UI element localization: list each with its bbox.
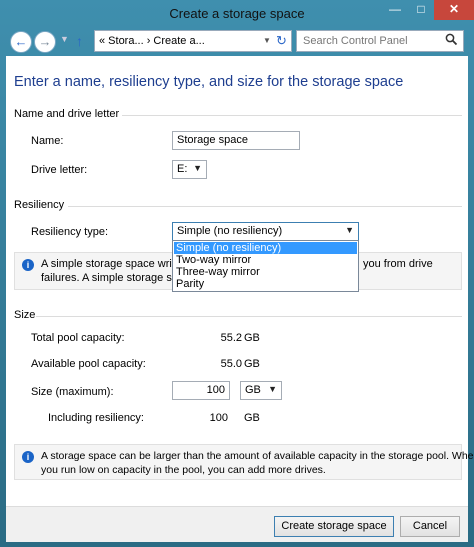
address-dropdown-icon[interactable]: ▼ (263, 36, 271, 45)
dropdown-option-parity[interactable]: Parity (174, 278, 357, 290)
info-text-line1: A simple storage space writes (41, 258, 187, 270)
address-bar[interactable]: « Stora... › Create a... ▼ ↻ (94, 30, 292, 52)
info-text-line2: failures. A simple storage spac (41, 272, 190, 284)
resiliency-type-select[interactable]: Simple (no resiliency) ▼ (172, 222, 359, 241)
up-button[interactable]: ↑ (76, 33, 83, 49)
section-title-size: Size (14, 309, 36, 321)
breadcrumb[interactable]: « Stora... › Create a... (99, 35, 205, 47)
available-capacity-label: Available pool capacity: (31, 358, 146, 370)
size-unit-value: GB (245, 384, 261, 396)
search-box[interactable]: Search Control Panel (296, 30, 464, 52)
refresh-button[interactable]: ↻ (276, 33, 287, 49)
info-text-line1-end: you from drive (363, 258, 433, 270)
button-bar: Create storage space Cancel (6, 506, 468, 542)
info-icon: i (22, 451, 34, 463)
available-capacity-value: 55.0 (220, 358, 242, 370)
page-title: Enter a name, resiliency type, and size … (14, 74, 404, 90)
dropdown-option-simple[interactable]: Simple (no resiliency) (174, 242, 357, 254)
size-unit-select[interactable]: GB ▼ (240, 381, 282, 400)
size-maximum-label: Size (maximum): (31, 386, 114, 398)
section-title-resiliency: Resiliency (14, 199, 65, 211)
name-field[interactable]: Storage space (172, 131, 300, 150)
back-button[interactable]: ← (10, 31, 32, 53)
total-capacity-label: Total pool capacity: (31, 332, 125, 344)
title-bar[interactable]: Create a storage space — □ ✕ (0, 0, 474, 28)
divider (36, 316, 462, 317)
chevron-down-icon: ▼ (268, 384, 277, 394)
chevron-down-icon: ▼ (193, 163, 202, 173)
divider (122, 115, 462, 116)
minimize-button[interactable]: — (382, 0, 408, 20)
forward-button[interactable]: → (34, 31, 56, 53)
info-icon: i (22, 259, 34, 271)
drive-letter-value: E: (177, 163, 188, 175)
navigation-bar: ← → ▼ ↑ « Stora... › Create a... ▼ ↻ Sea… (6, 28, 468, 56)
total-capacity-value: 55.2 (220, 332, 242, 344)
dropdown-option-three-way-mirror[interactable]: Three-way mirror (174, 266, 357, 278)
section-title-name: Name and drive letter (14, 108, 120, 120)
search-icon[interactable] (445, 33, 458, 49)
window-frame: Create a storage space — □ ✕ ← → ▼ ↑ « S… (0, 0, 474, 547)
search-input[interactable]: Search Control Panel (303, 35, 408, 47)
drive-letter-label: Drive letter: (31, 164, 88, 176)
cancel-button[interactable]: Cancel (400, 516, 460, 537)
recent-pages-icon[interactable]: ▼ (60, 34, 69, 44)
content-pane: Enter a name, resiliency type, and size … (6, 56, 474, 506)
total-capacity-unit: GB (244, 332, 260, 344)
close-button[interactable]: ✕ (434, 0, 474, 20)
including-resiliency-value: 100 (209, 412, 228, 424)
resiliency-dropdown-list[interactable]: Simple (no resiliency) Two-way mirror Th… (172, 240, 359, 292)
size-info-line1: A storage space can be larger than the a… (41, 450, 474, 462)
including-resiliency-unit: GB (244, 412, 260, 424)
maximize-button[interactable]: □ (408, 0, 434, 20)
size-info-line2: you run low on capacity in the pool, you… (41, 464, 326, 476)
chevron-down-icon: ▼ (345, 225, 354, 235)
divider (68, 206, 462, 207)
size-info-box: i A storage space can be larger than the… (14, 444, 474, 480)
create-storage-space-button[interactable]: Create storage space (274, 516, 394, 537)
available-capacity-unit: GB (244, 358, 260, 370)
size-maximum-input[interactable]: 100 (172, 381, 230, 400)
resiliency-type-label: Resiliency type: (31, 226, 109, 238)
dropdown-option-two-way-mirror[interactable]: Two-way mirror (174, 254, 357, 266)
name-label: Name: (31, 135, 64, 147)
drive-letter-select[interactable]: E: ▼ (172, 160, 207, 179)
resiliency-type-value: Simple (no resiliency) (177, 225, 283, 237)
including-resiliency-label: Including resiliency: (48, 412, 144, 424)
